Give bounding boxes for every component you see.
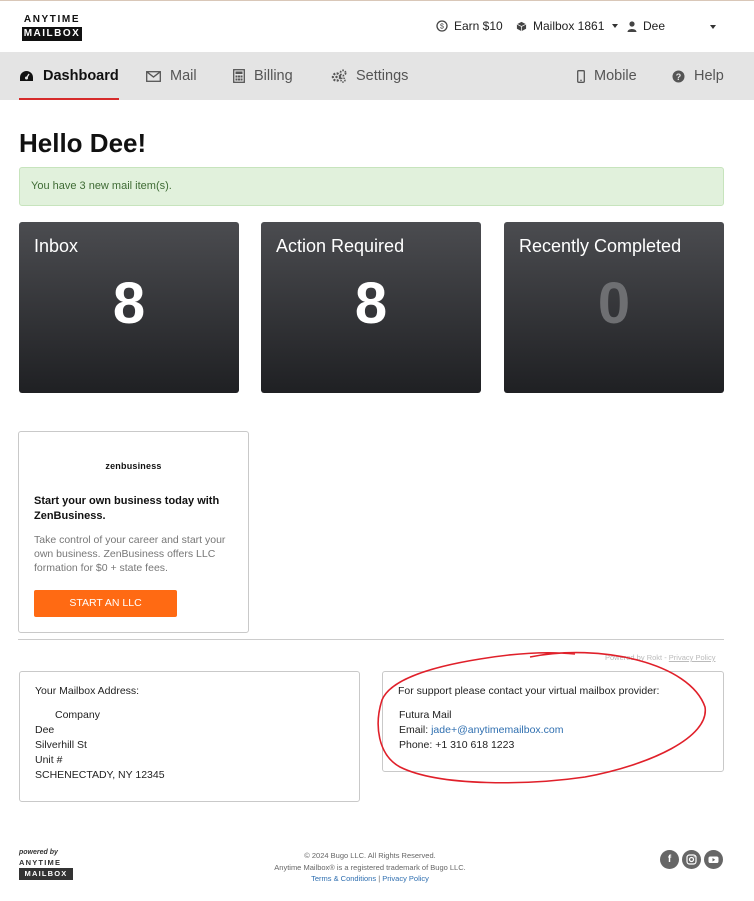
gears-icon: [331, 69, 347, 83]
address-city: SCHENECTADY, NY 12345: [35, 769, 165, 781]
card-title: Action Required: [276, 236, 405, 256]
logo-line1: ANYTIME: [23, 14, 81, 25]
tab-mobile[interactable]: Mobile: [577, 52, 637, 100]
promo-body: Take control of your career and start yo…: [34, 534, 226, 574]
social-links: f: [660, 850, 723, 869]
divider: [18, 639, 724, 640]
card-count: 0: [597, 271, 631, 336]
user-chevron-down-icon[interactable]: [710, 25, 716, 29]
tab-settings-label: Settings: [356, 68, 409, 84]
footer-links: Terms & Conditions | Privacy Policy: [220, 873, 520, 885]
instagram-icon[interactable]: [682, 850, 701, 869]
card-count: 8: [112, 271, 146, 336]
action-required-card[interactable]: Action Required 8: [261, 222, 481, 393]
privacy-link[interactable]: Privacy Policy: [382, 874, 429, 883]
tab-dashboard-label: Dashboard: [43, 68, 119, 84]
youtube-icon[interactable]: [704, 850, 723, 869]
zenbusiness-logo: zenbusiness: [105, 461, 162, 471]
mailbox-label: Mailbox 1861: [533, 19, 605, 33]
tab-mail[interactable]: Mail: [146, 52, 197, 100]
copyright-block: © 2024 Bugo LLC. All Rights Reserved. An…: [220, 850, 520, 885]
address-lines: Company Dee Silverhill St Unit # SCHENEC…: [35, 708, 165, 783]
address-name: Dee: [35, 724, 55, 736]
card-title: Inbox: [34, 236, 79, 256]
trademark-text: Anytime Mailbox® is a registered tradema…: [274, 862, 466, 872]
brand-logo[interactable]: ANYTIME MAILBOX: [22, 14, 82, 41]
new-mail-alert: You have 3 new mail item(s).: [19, 167, 724, 206]
footer-brand-line2: MAILBOX: [19, 868, 73, 880]
top-bar: ANYTIME MAILBOX $ Earn $10 Mailbox 1861 …: [0, 0, 754, 52]
card-title: Recently Completed: [519, 236, 682, 256]
zenbusiness-promo: zenbusiness Start your own business toda…: [18, 431, 249, 633]
inbox-card[interactable]: Inbox 8: [19, 222, 239, 393]
tab-mail-label: Mail: [170, 68, 197, 84]
mailbox-dropdown[interactable]: Mailbox 1861: [516, 19, 619, 33]
address-label: Your Mailbox Address:: [35, 685, 140, 697]
dashboard-gauge-icon: [20, 70, 33, 81]
svg-text:?: ?: [676, 72, 682, 82]
chevron-down-icon: [612, 24, 619, 28]
promo-headline: Start your own business today with ZenBu…: [34, 495, 220, 522]
logo-line2: MAILBOX: [22, 27, 82, 41]
earn-label: Earn $10: [454, 19, 503, 33]
footer-logo[interactable]: powered by ANYTIME MAILBOX: [19, 848, 73, 880]
cube-icon: [516, 21, 527, 31]
tab-mobile-label: Mobile: [594, 68, 637, 84]
tab-dashboard[interactable]: Dashboard: [19, 52, 119, 100]
card-count: 8: [354, 271, 388, 336]
user-menu[interactable]: Dee: [627, 19, 665, 33]
envelope-icon: [146, 70, 161, 82]
tab-settings[interactable]: Settings: [331, 52, 408, 100]
mobile-phone-icon: [577, 69, 585, 83]
dollar-coin-icon: $: [436, 20, 448, 32]
main-nav: Dashboard Mail Billing Settings Mobile ?…: [0, 52, 754, 100]
address-company: Company: [55, 709, 100, 721]
page-title: Hello Dee!: [19, 128, 147, 158]
tab-billing-label: Billing: [254, 68, 293, 84]
tab-help[interactable]: ? Help: [672, 52, 724, 100]
copyright-text: © 2024 Bugo LLC. All Rights Reserved.: [304, 851, 436, 860]
mailbox-address-box: Your Mailbox Address: Company Dee Silver…: [19, 671, 360, 802]
tab-billing[interactable]: Billing: [233, 52, 293, 100]
facebook-icon[interactable]: f: [660, 850, 679, 869]
red-annotation-circle: [377, 651, 706, 784]
terms-link[interactable]: Terms & Conditions: [311, 874, 376, 883]
calculator-icon: [233, 69, 245, 83]
powered-by-text: powered by: [19, 849, 58, 856]
earn-link[interactable]: $ Earn $10: [436, 19, 503, 33]
user-icon: [627, 20, 637, 32]
start-llc-button[interactable]: START AN LLC: [34, 590, 177, 617]
question-circle-icon: ?: [672, 70, 685, 82]
footer-brand-line1: ANYTIME: [19, 858, 62, 867]
address-street: Silverhill St: [35, 739, 87, 751]
recently-completed-card[interactable]: Recently Completed 0: [504, 222, 724, 393]
address-unit: Unit #: [35, 754, 63, 766]
tab-help-label: Help: [694, 68, 724, 84]
user-name: Dee: [643, 19, 666, 33]
svg-text:$: $: [440, 24, 444, 31]
